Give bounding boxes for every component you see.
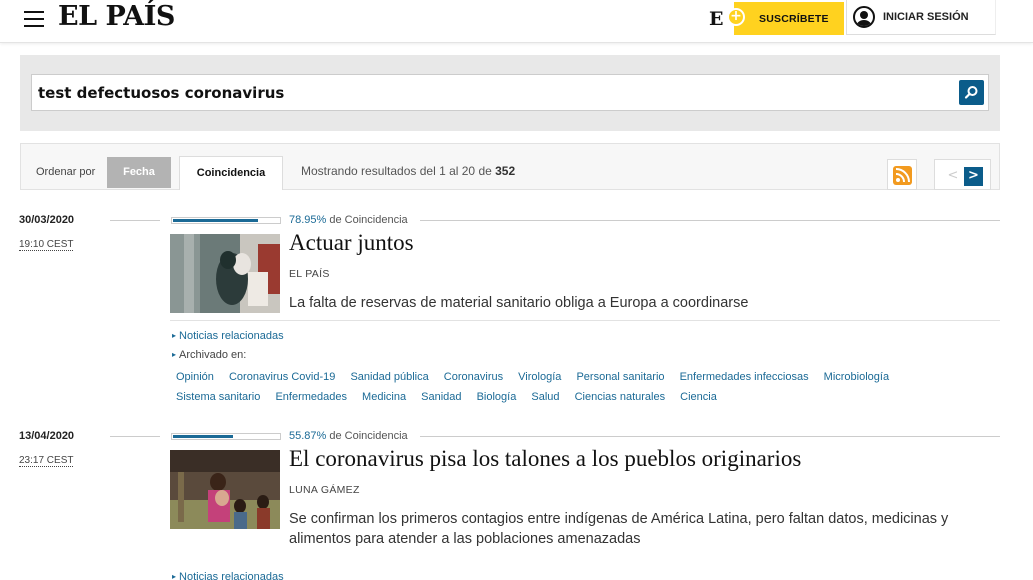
search-icon xyxy=(964,86,978,99)
match-bar-fill xyxy=(173,435,234,438)
related-news-link[interactable]: ▸ Noticias relacionadas xyxy=(172,330,284,342)
sort-by-match-tab[interactable]: Coincidencia xyxy=(179,156,283,190)
menu-icon[interactable] xyxy=(24,11,44,27)
related-news-label: Noticias relacionadas xyxy=(179,330,284,342)
caret-right-icon: ▸ xyxy=(172,350,177,359)
match-bar-fill xyxy=(173,219,259,222)
result-date: 13/04/2020 xyxy=(19,430,75,442)
tag-link[interactable]: Ciencias naturales xyxy=(575,391,666,403)
sort-by-date-button[interactable]: Fecha xyxy=(107,157,171,188)
next-page-button[interactable]: > xyxy=(964,167,983,186)
result-author: EL PAÍS xyxy=(289,268,330,280)
tag-link[interactable]: Medicina xyxy=(362,391,406,403)
tag-link[interactable]: Sistema sanitario xyxy=(176,391,260,403)
match-bar xyxy=(171,217,281,224)
plus-icon: + xyxy=(727,8,745,26)
site-logo[interactable]: EL PAÍS xyxy=(58,1,175,32)
tag-link[interactable]: Virología xyxy=(518,371,561,383)
result-date: 30/03/2020 xyxy=(19,214,75,226)
tag-link[interactable]: Personal sanitario xyxy=(576,371,664,383)
tag-link[interactable]: Salud xyxy=(531,391,559,403)
match-percent-value: 78.95% xyxy=(289,214,327,226)
result-description: Se confirman los primeros contagios entr… xyxy=(289,511,949,547)
tag-link[interactable]: Sanidad xyxy=(421,391,461,403)
result-description: La falta de reservas de material sanitar… xyxy=(289,295,749,311)
divider xyxy=(420,436,1000,437)
divider xyxy=(420,220,1000,221)
e-logo-icon: E xyxy=(709,8,724,30)
result-title-link[interactable]: El coronavirus pisa los talones a los pu… xyxy=(289,446,801,472)
archived-in-text: Archivado en: xyxy=(179,349,247,361)
result-time: 19:10 CEST xyxy=(19,239,74,251)
tag-link[interactable]: Microbiología xyxy=(824,371,889,383)
divider xyxy=(110,220,160,221)
result-time: 23:17 CEST xyxy=(19,455,74,467)
tag-link[interactable]: Enfermedades xyxy=(275,391,347,403)
search-input[interactable] xyxy=(31,74,989,111)
match-percent-value: 55.87% xyxy=(289,430,327,442)
sort-label: Ordenar por xyxy=(36,166,96,178)
rss-icon xyxy=(893,166,912,185)
result-time-text: 23:17 CEST xyxy=(19,455,74,467)
result-count: Mostrando resultados del 1 al 20 de 352 xyxy=(301,164,515,178)
result-author: LUNA GÁMEZ xyxy=(289,484,360,496)
result-count-total: 352 xyxy=(495,164,516,178)
result-time-text: 19:10 CEST xyxy=(19,239,74,251)
tag-link[interactable]: Enfermedades infecciosas xyxy=(680,371,809,383)
divider xyxy=(170,320,1000,321)
match-percent-label: de Coincidencia xyxy=(326,214,408,226)
result-thumbnail[interactable] xyxy=(170,450,280,529)
match-percent: 55.87% de Coincidencia xyxy=(289,430,408,442)
tag-link[interactable]: Coronavirus Covid-19 xyxy=(229,371,335,383)
sort-bar: Ordenar por Fecha Coincidencia Mostrando… xyxy=(20,143,1000,190)
tag-link[interactable]: Ciencia xyxy=(680,391,717,403)
result-count-prefix: Mostrando resultados del 1 al 20 de xyxy=(301,164,496,178)
result-title-link[interactable]: Actuar juntos xyxy=(289,230,414,256)
related-news-label: Noticias relacionadas xyxy=(179,571,284,580)
match-percent: 78.95% de Coincidencia xyxy=(289,214,408,226)
pagination: < > xyxy=(934,159,991,190)
caret-right-icon: ▸ xyxy=(172,572,177,580)
related-news-link[interactable]: ▸ Noticias relacionadas xyxy=(172,571,284,580)
user-icon xyxy=(853,6,875,28)
tag-link[interactable]: Opinión xyxy=(176,371,214,383)
match-bar xyxy=(171,433,281,440)
search-button[interactable] xyxy=(959,80,984,105)
caret-right-icon: ▸ xyxy=(172,331,177,340)
search-panel xyxy=(20,55,1000,131)
tag-link[interactable]: Biología xyxy=(477,391,517,403)
match-percent-label: de Coincidencia xyxy=(326,430,408,442)
site-header: EL PAÍS E SUSCRÍBETE + INICIAR SESIÓN xyxy=(0,0,1033,43)
tag-link[interactable]: Sanidad pública xyxy=(350,371,428,383)
login-label: INICIAR SESIÓN xyxy=(883,11,969,23)
divider xyxy=(110,436,160,437)
archived-in-label: ▸ Archivado en: xyxy=(172,349,246,361)
prev-page-button[interactable]: < xyxy=(944,167,962,185)
tag-link[interactable]: Coronavirus xyxy=(444,371,503,383)
result-thumbnail[interactable] xyxy=(170,234,280,313)
subscribe-button[interactable]: SUSCRÍBETE xyxy=(734,2,844,35)
login-button[interactable]: INICIAR SESIÓN xyxy=(846,0,996,35)
rss-button[interactable] xyxy=(887,159,917,190)
tag-list: Opinión Coronavirus Covid-19 Sanidad púb… xyxy=(176,367,1006,407)
